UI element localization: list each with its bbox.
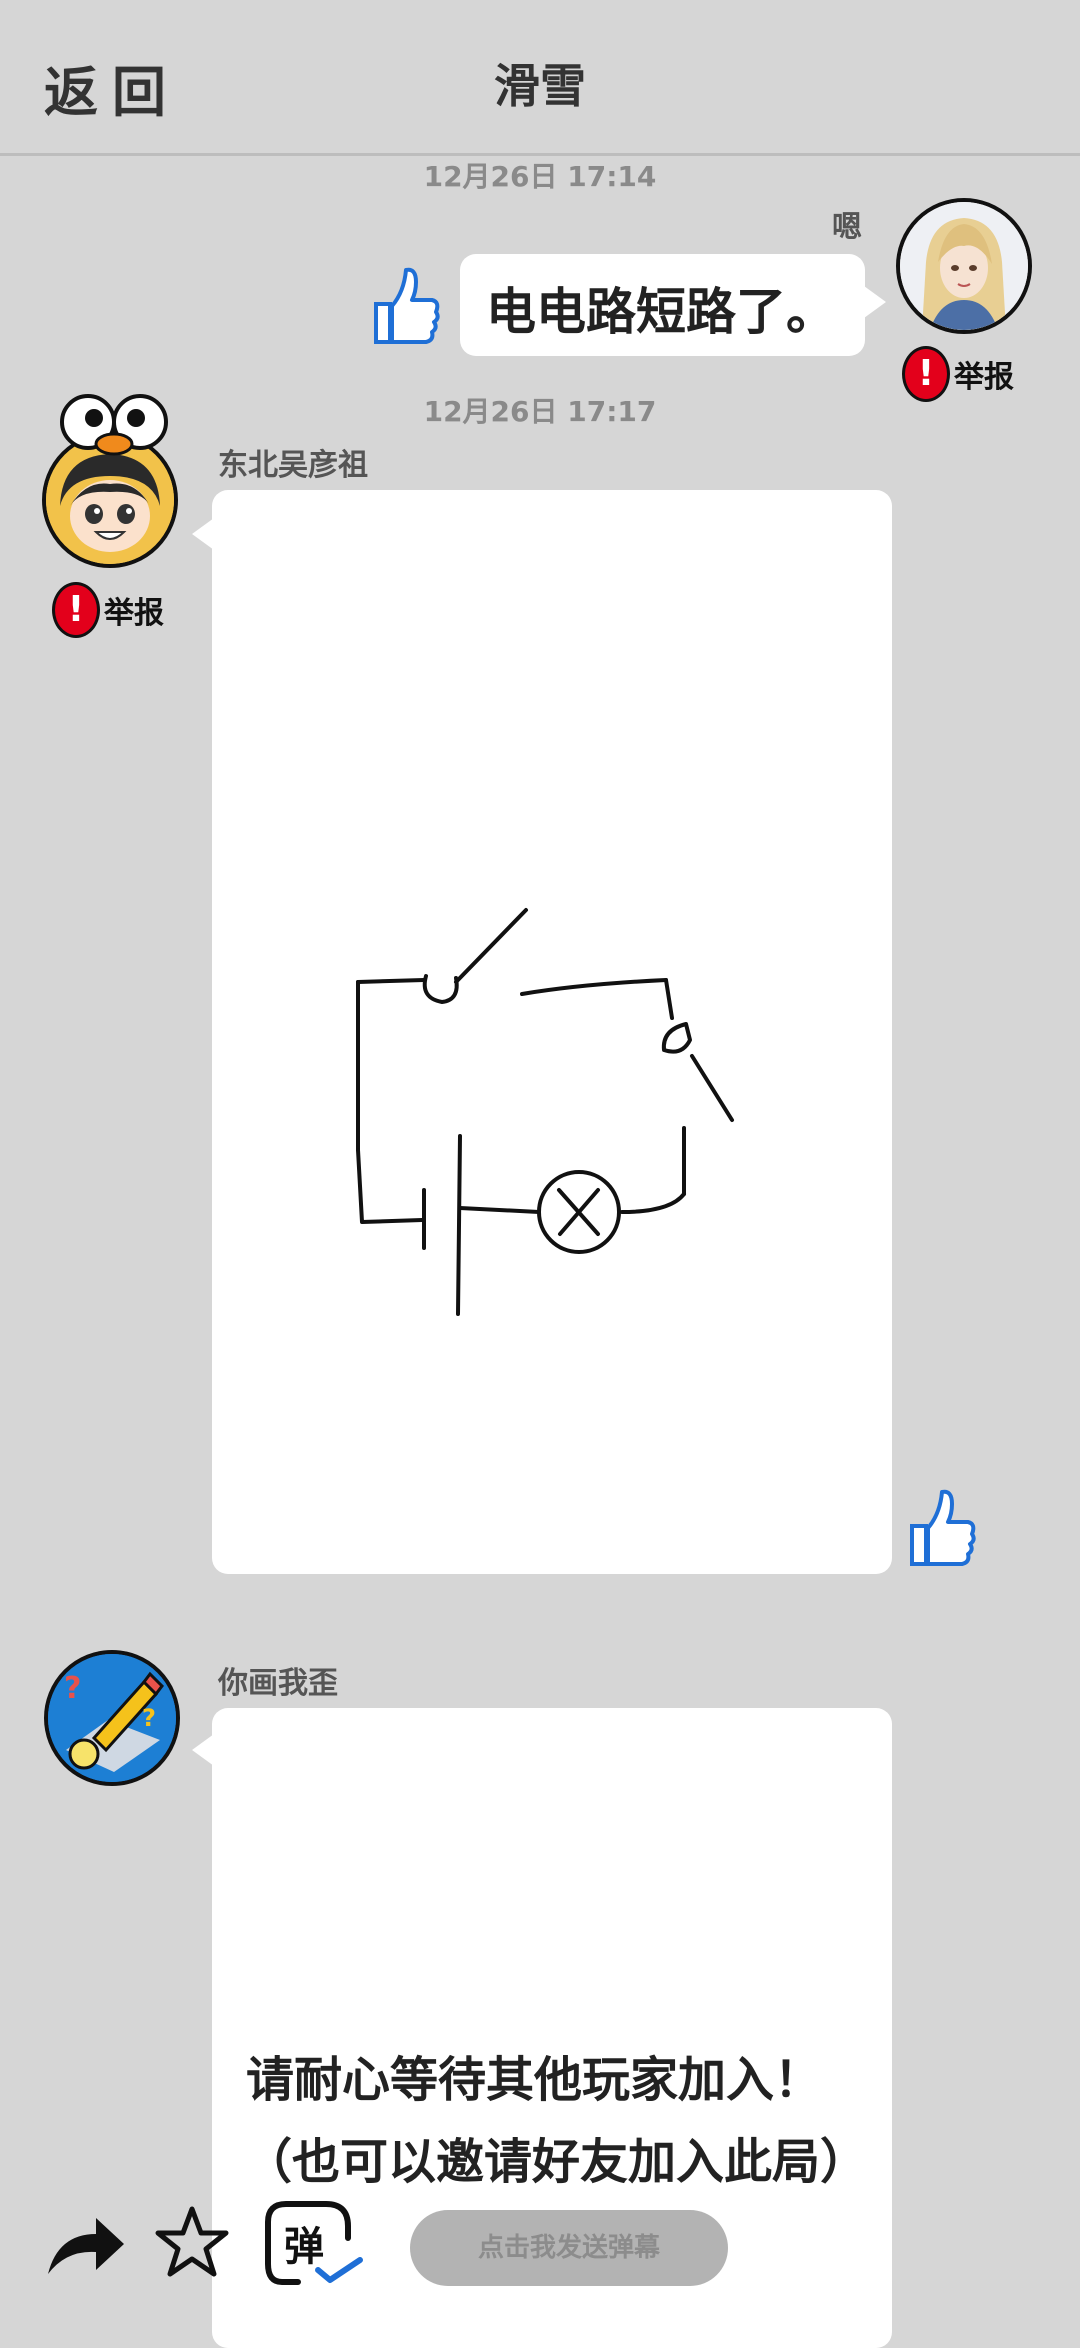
danmaku-input[interactable] <box>410 2210 728 2286</box>
alert-icon: ! <box>52 582 100 638</box>
thumbs-up-icon[interactable] <box>370 262 442 350</box>
avatar-girl-image <box>900 202 1028 330</box>
danmaku-toggle-icon[interactable]: 弹 <box>262 2198 366 2292</box>
app-logo-image: ? ? <box>48 1654 176 1782</box>
report-button[interactable]: ! 举报 <box>52 582 164 638</box>
thumbs-up-icon[interactable] <box>906 1484 978 1572</box>
waiting-message: 请耐心等待其他玩家加入！ <box>246 2052 823 2108</box>
bubble-tail <box>864 286 886 318</box>
avatar[interactable]: ? ? <box>44 1650 180 1786</box>
report-label: 举报 <box>104 596 164 631</box>
bubble-tail <box>192 518 214 550</box>
avatar-frame-eyes <box>60 394 168 456</box>
svg-text:?: ? <box>64 1671 81 1706</box>
svg-text:?: ? <box>142 1704 156 1732</box>
message-text: 电电路短路了。 <box>486 283 836 341</box>
bottom-toolbar: 弹 <box>0 2190 1080 2300</box>
share-icon[interactable] <box>44 2212 128 2282</box>
page-title: 滑雪 <box>494 59 586 113</box>
top-bar: 返回 滑雪 <box>0 0 1080 156</box>
drawing-bubble[interactable] <box>212 490 892 1574</box>
danmaku-char: 弹 <box>284 2224 324 2270</box>
star-icon[interactable] <box>154 2204 230 2284</box>
circuit-drawing-image <box>356 908 734 1316</box>
sender-name: 你画我歪 <box>218 1666 338 1701</box>
bubble-tail <box>192 1734 214 1766</box>
message-bubble: 电电路短路了。 <box>460 254 865 356</box>
message-timestamp: 12月26日 17:14 <box>423 160 657 193</box>
avatar[interactable] <box>896 198 1032 334</box>
sender-name: 嗯 <box>832 210 862 245</box>
sender-name: 东北吴彦祖 <box>218 448 368 483</box>
